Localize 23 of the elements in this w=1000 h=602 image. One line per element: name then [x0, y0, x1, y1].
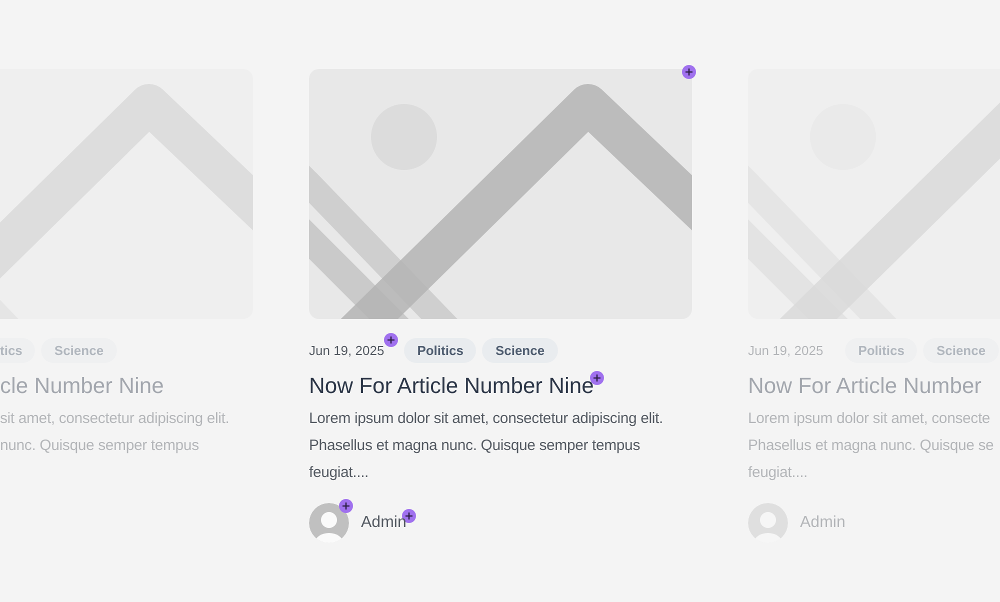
excerpt-line: Lorem ipsum dolor sit amet, consecte: [748, 409, 992, 429]
category-tag[interactable]: Science: [923, 338, 999, 362]
excerpt-line: feugiat....: [748, 463, 809, 483]
category-tag[interactable]: Politics: [845, 338, 918, 362]
excerpt-line: Phasellus et magna nunc. Quisque se: [748, 436, 995, 456]
excerpt-line: sit amet, consectetur adipiscing elit.: [0, 409, 230, 429]
add-icon[interactable]: [384, 333, 398, 347]
author-name[interactable]: Admin: [361, 514, 406, 532]
add-icon[interactable]: [339, 499, 353, 513]
avatar: [309, 503, 349, 543]
post-title[interactable]: cle Number Nine: [0, 373, 164, 399]
category-tag[interactable]: Politics: [404, 338, 476, 362]
author-name[interactable]: Admin: [800, 514, 846, 532]
excerpt-line: nunc. Quisque semper tempus: [0, 436, 200, 456]
post-date: Jun 19, 2025: [748, 342, 824, 358]
post-title[interactable]: Now For Article Number: [748, 373, 982, 399]
category-tag[interactable]: Science: [482, 338, 558, 362]
post-excerpt: Lorem ipsum dolor sit amet, consectetur adipiscing elit. Phasellus et magna nunc. Quisque semper tempus feugiat....: [309, 409, 664, 483]
category-tag[interactable]: Science: [41, 338, 117, 362]
add-icon[interactable]: [682, 65, 696, 79]
post-title[interactable]: Now For Article Number Nine: [309, 373, 594, 399]
post-date: Jun 19, 2025: [309, 342, 384, 358]
category-tag[interactable]: tics: [0, 338, 36, 362]
